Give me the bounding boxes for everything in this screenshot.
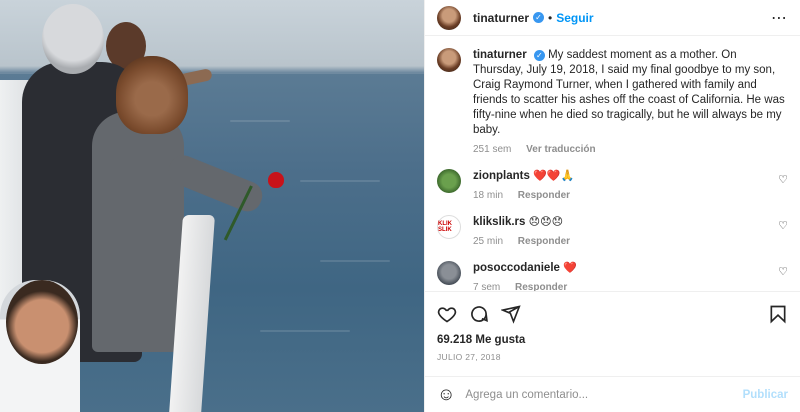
author-avatar[interactable] — [437, 5, 461, 30]
comment-text: ❤️❤️🙏 — [533, 170, 575, 182]
caption-time[interactable]: 251 sem — [473, 144, 511, 155]
commenter-avatar[interactable]: KLIK SLIK — [437, 215, 461, 239]
comments-list[interactable]: tinaturner ✓ My saddest moment as a moth… — [425, 36, 800, 291]
post-header: tinaturner ✓ • Seguir ⋯ — [425, 0, 800, 36]
caption-text: My saddest moment as a mother. On Thursd… — [473, 49, 785, 136]
post-actions: 69.218 Me gusta JULIO 27, 2018 — [425, 291, 800, 362]
comment-row: KLIK SLIK klikslik.rs 😞😞😞 25 min Respond… — [437, 215, 788, 247]
caption-username[interactable]: tinaturner — [473, 49, 527, 61]
emoji-icon[interactable]: ☺ — [437, 384, 455, 405]
action-icons-bar — [437, 300, 788, 328]
verified-badge-icon: ✓ — [533, 12, 545, 23]
comment-time[interactable]: 18 min — [473, 190, 503, 201]
comment-meta: 7 sem Responder — [473, 282, 579, 291]
comment-text-block: posoccodaniele ❤️ — [473, 261, 579, 276]
like-comment-heart-icon[interactable]: ♡ — [778, 215, 788, 232]
comment-icon[interactable] — [469, 304, 489, 324]
reply-button[interactable]: Responder — [518, 190, 570, 201]
comment-text-block: klikslik.rs 😞😞😞 — [473, 215, 582, 230]
caption-author-avatar[interactable] — [437, 48, 461, 72]
caption-row: tinaturner ✓ My saddest moment as a moth… — [437, 48, 788, 155]
commenter-username[interactable]: klikslik.rs — [473, 216, 525, 228]
reply-button[interactable]: Responder — [515, 282, 567, 291]
water-ripple — [320, 260, 390, 262]
post-date[interactable]: JULIO 27, 2018 — [437, 352, 788, 362]
comment-meta: 25 min Responder — [473, 236, 582, 247]
save-bookmark-icon[interactable] — [768, 304, 788, 324]
comment-row: zionplants ❤️❤️🙏 18 min Responder ♡ — [437, 169, 788, 201]
comment-meta: 18 min Responder — [473, 190, 582, 201]
publish-button[interactable]: Publicar — [743, 389, 788, 401]
man-head — [42, 4, 104, 74]
follow-button[interactable]: Seguir — [556, 11, 593, 25]
comment-time[interactable]: 25 min — [473, 236, 503, 247]
translate-button[interactable]: Ver traducción — [526, 144, 595, 155]
verified-badge-icon: ✓ — [533, 50, 545, 61]
caption-text-block: tinaturner ✓ My saddest moment as a moth… — [473, 48, 788, 138]
commenter-avatar[interactable] — [437, 169, 461, 193]
woman-figure — [92, 112, 184, 352]
comment-row: posoccodaniele ❤️ 7 sem Responder ♡ — [437, 261, 788, 291]
commenter-username[interactable]: posoccodaniele — [473, 262, 560, 274]
commenter-username[interactable]: zionplants — [473, 170, 530, 182]
heart-icon[interactable] — [437, 304, 457, 324]
likes-count[interactable]: 69.218 Me gusta — [437, 334, 788, 346]
author-username[interactable]: tinaturner — [473, 11, 529, 25]
red-rose — [268, 172, 284, 188]
comment-text: ❤️ — [563, 262, 577, 274]
post-side-panel: tinaturner ✓ • Seguir ⋯ tinaturner ✓ My … — [424, 0, 800, 412]
crew-member-head — [6, 280, 78, 364]
post-photo[interactable] — [0, 0, 424, 412]
commenter-avatar[interactable] — [437, 261, 461, 285]
comment-input[interactable] — [465, 388, 743, 401]
add-comment-bar: ☺ Publicar — [425, 376, 800, 412]
share-icon[interactable] — [501, 304, 521, 324]
caption-meta: 251 sem Ver traducción — [473, 144, 788, 155]
like-comment-heart-icon[interactable]: ♡ — [778, 169, 788, 186]
comment-time[interactable]: 7 sem — [473, 282, 500, 291]
post-modal: tinaturner ✓ • Seguir ⋯ tinaturner ✓ My … — [0, 0, 800, 412]
woman-head — [116, 56, 188, 134]
separator-dot: • — [548, 10, 553, 25]
reply-button[interactable]: Responder — [518, 236, 570, 247]
more-options-icon[interactable]: ⋯ — [771, 8, 788, 28]
water-ripple — [230, 120, 290, 122]
comment-text: 😞😞😞 — [528, 216, 564, 228]
like-comment-heart-icon[interactable]: ♡ — [778, 261, 788, 278]
comment-text-block: zionplants ❤️❤️🙏 — [473, 169, 582, 184]
water-ripple — [260, 330, 350, 332]
water-ripple — [300, 180, 380, 182]
